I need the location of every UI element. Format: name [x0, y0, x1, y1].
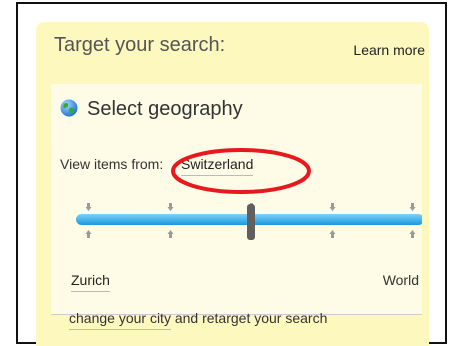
geography-slider[interactable] — [51, 188, 422, 248]
selected-country-link[interactable]: Switzerland — [181, 156, 254, 176]
select-geography-box: Select geography View items from: Switze… — [51, 84, 422, 330]
screenshot-frame: Target your search: Learn more Select ge… — [16, 2, 447, 346]
world-label: World — [382, 272, 419, 288]
retarget-text: change your city and retarget your searc… — [69, 310, 328, 330]
panel-title: Target your search: — [54, 34, 226, 56]
slider-handle[interactable] — [247, 204, 255, 240]
zurich-link[interactable]: Zurich — [71, 272, 110, 292]
select-geography-title: Select geography — [87, 98, 243, 120]
target-search-panel: Target your search: Learn more Select ge… — [36, 22, 429, 346]
learn-more-link[interactable]: Learn more — [353, 42, 425, 58]
change-city-link[interactable]: change your city — [69, 310, 171, 330]
globe-icon — [60, 99, 78, 117]
view-items-label: View items from: — [60, 156, 164, 172]
retarget-suffix: and retarget your search — [170, 310, 328, 326]
